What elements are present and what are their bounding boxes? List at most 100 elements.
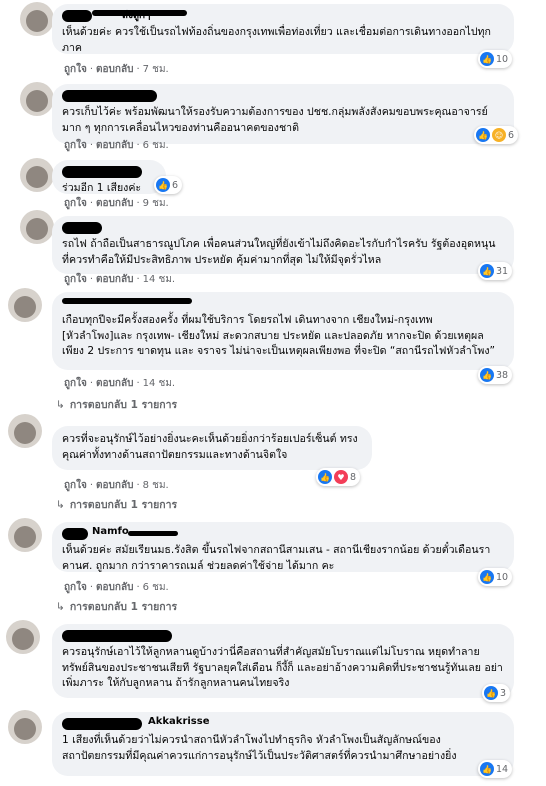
reaction-count: 10 (496, 571, 509, 583)
reaction-count: 6 (172, 179, 179, 191)
reaction-summary[interactable]: 👍 31 (478, 262, 513, 280)
avatar[interactable] (20, 158, 54, 192)
timestamp[interactable]: 9 ชม. (143, 198, 169, 209)
reply-button[interactable]: ตอบกลับ (96, 274, 133, 285)
reply-button[interactable]: ตอบกลับ (96, 480, 133, 491)
avatar[interactable] (6, 620, 40, 654)
comment-actions: ถูกใจ · ตอบกลับ · 6 ชม. (64, 582, 169, 593)
name-fragment: Namfo (92, 526, 129, 537)
reply-button[interactable]: ตอบกลับ (96, 64, 133, 75)
reply-arrow-icon: ↳ (56, 601, 65, 613)
reaction-summary[interactable]: 👍 10 (478, 568, 513, 586)
reply-arrow-icon: ↳ (56, 499, 65, 511)
reaction-summary[interactable]: 👍 38 (478, 366, 513, 384)
commenter-name[interactable]: Akkakrisse (62, 716, 504, 730)
comment-bubble: ควรเก็บไว้ค่ะ พร้อมพัฒนาให้รองรับความต้อ… (52, 84, 514, 144)
reaction-summary[interactable]: 👍 10 (478, 50, 513, 68)
comment-text: 1 เสียงที่เห็นด้วยว่าไม่ควรนำสถานีหัวลำโ… (62, 734, 457, 762)
commenter-name[interactable]: ส่งถูกๆ (62, 10, 504, 22)
reaction-summary[interactable]: 👍 6 (154, 176, 183, 194)
comment-7: Namfo เห็นด้วยค่ะ สมัยเรียนมธ.รังสิต ขึ้… (0, 518, 546, 616)
comment-bubble: ควรอนุรักษ์เอาไว้ให้ลูกหลานดูบ้างว่านี่ค… (52, 624, 514, 698)
comment-5: เกือบทุกปีจะมีครั้งสองครั้ง ที่ผมใช้บริก… (0, 288, 546, 414)
like-button[interactable]: ถูกใจ (64, 198, 87, 209)
comment-text: ร่วมอีก 1 เสียงค่ะ (62, 182, 142, 194)
comment-actions: ถูกใจ · ตอบกลับ · 14 ชม. (64, 378, 176, 389)
reaction-summary[interactable]: 👍 ♥ 8 (316, 468, 361, 486)
comment-text: ควรอนุรักษ์เอาไว้ให้ลูกหลานดูบ้างว่านี่ค… (62, 646, 503, 689)
comment-bubble: ส่งถูกๆ เห็นด้วยค่ะ ควรใช้เป็นรถไฟท้องถิ… (52, 4, 514, 54)
comment-bubble: เกือบทุกปีจะมีครั้งสองครั้ง ที่ผมใช้บริก… (52, 292, 514, 370)
like-icon: 👍 (480, 264, 494, 278)
comment-3: ร่วมอีก 1 เสียงค่ะ 👍 6 ถูกใจ · ตอบกลับ · 9 ช… (0, 158, 546, 209)
like-button[interactable]: ถูกใจ (64, 480, 87, 491)
comment-actions: ถูกใจ · ตอบกลับ · 8 ชม. (64, 480, 169, 491)
reply-button[interactable]: ตอบกลับ (96, 198, 133, 209)
view-replies-link[interactable]: ↳ การตอบกลับ 1 รายการ (56, 598, 177, 615)
commenter-name[interactable] (62, 630, 504, 642)
comment-bubble: รถไฟ ถ้าถือเป็นสาธารณูปโภค เพื่อคนส่วนให… (52, 216, 514, 274)
reaction-count: 6 (508, 129, 515, 141)
reaction-count: 10 (496, 53, 509, 65)
reaction-summary[interactable]: 👍 3 (482, 684, 511, 702)
comment-text: ควรเก็บไว้ค่ะ พร้อมพัฒนาให้รองรับความต้อ… (62, 106, 488, 134)
reaction-count: 14 (496, 763, 509, 775)
commenter-name[interactable] (62, 298, 504, 310)
comment-text: ควรที่จะอนุรักษ์ไว้อย่างยิ่งนะคะเห็นด้วย… (62, 433, 358, 461)
timestamp[interactable]: 6 ชม. (143, 140, 169, 151)
comment-text: เห็นด้วยค่ะ ควรใช้เป็นรถไฟท้องถิ่นของกรุ… (62, 26, 491, 54)
haha-icon: ☺ (492, 128, 506, 142)
avatar[interactable] (8, 518, 42, 552)
avatar[interactable] (20, 210, 54, 244)
avatar[interactable] (8, 414, 42, 448)
reaction-summary[interactable]: 👍 ☺ 6 (474, 126, 519, 144)
comment-9: Akkakrisse 1 เสียงที่เห็นด้วยว่าไม่ควรนำ… (0, 708, 546, 786)
like-icon: 👍 (156, 178, 170, 192)
reaction-summary[interactable]: 👍 14 (478, 760, 513, 778)
like-button[interactable]: ถูกใจ (64, 140, 87, 151)
comment-bubble: Akkakrisse 1 เสียงที่เห็นด้วยว่าไม่ควรนำ… (52, 712, 514, 776)
comment-actions: ถูกใจ · ตอบกลับ · 7 ชม. (64, 64, 169, 75)
timestamp[interactable]: 6 ชม. (143, 582, 169, 593)
timestamp[interactable]: 8 ชม. (143, 480, 169, 491)
commenter-name[interactable]: Namfo (62, 526, 504, 540)
like-icon: 👍 (484, 686, 498, 700)
comment-text: รถไฟ ถ้าถือเป็นสาธารณูปโภค เพื่อคนส่วนให… (62, 238, 496, 266)
comment-8: ควรอนุรักษ์เอาไว้ให้ลูกหลานดูบ้างว่านี่ค… (0, 618, 546, 708)
avatar[interactable] (20, 82, 54, 116)
reply-button[interactable]: ตอบกลับ (96, 582, 133, 593)
like-button[interactable]: ถูกใจ (64, 378, 87, 389)
comment-2: ควรเก็บไว้ค่ะ พร้อมพัฒนาให้รองรับความต้อ… (0, 80, 546, 152)
name-fragment: Akkakrisse (148, 716, 210, 727)
avatar[interactable] (8, 288, 42, 322)
like-button[interactable]: ถูกใจ (64, 64, 87, 75)
commenter-name[interactable] (62, 166, 156, 178)
reply-button[interactable]: ตอบกลับ (96, 140, 133, 151)
reaction-count: 3 (500, 687, 507, 699)
commenter-name[interactable] (62, 222, 504, 234)
view-replies-link[interactable]: ↳ การตอบกลับ 1 รายการ (56, 496, 177, 513)
timestamp[interactable]: 7 ชม. (143, 64, 169, 75)
comment-actions: ถูกใจ · ตอบกลับ · 14 ชม. (64, 274, 176, 285)
reaction-count: 38 (496, 369, 509, 381)
like-icon: 👍 (480, 762, 494, 776)
timestamp[interactable]: 14 ชม. (143, 274, 175, 285)
comment-1: ส่งถูกๆ เห็นด้วยค่ะ ควรใช้เป็นรถไฟท้องถิ… (0, 0, 546, 78)
commenter-name[interactable] (62, 90, 504, 102)
love-icon: ♥ (334, 470, 348, 484)
avatar[interactable] (8, 710, 42, 744)
like-icon: 👍 (476, 128, 490, 142)
view-replies-link[interactable]: ↳ การตอบกลับ 1 รายการ (56, 396, 177, 413)
like-button[interactable]: ถูกใจ (64, 274, 87, 285)
comment-bubble: ควรที่จะอนุรักษ์ไว้อย่างยิ่งนะคะเห็นด้วย… (52, 426, 372, 470)
timestamp[interactable]: 14 ชม. (143, 378, 175, 389)
reply-arrow-icon: ↳ (56, 399, 65, 411)
avatar[interactable] (20, 2, 54, 36)
comment-bubble: ร่วมอีก 1 เสียงค่ะ (52, 160, 166, 194)
like-button[interactable]: ถูกใจ (64, 582, 87, 593)
reaction-count: 8 (350, 471, 357, 483)
comment-actions: ถูกใจ · ตอบกลับ · 9 ชม. (64, 198, 169, 209)
like-icon: 👍 (480, 570, 494, 584)
reply-button[interactable]: ตอบกลับ (96, 378, 133, 389)
like-icon: 👍 (318, 470, 332, 484)
